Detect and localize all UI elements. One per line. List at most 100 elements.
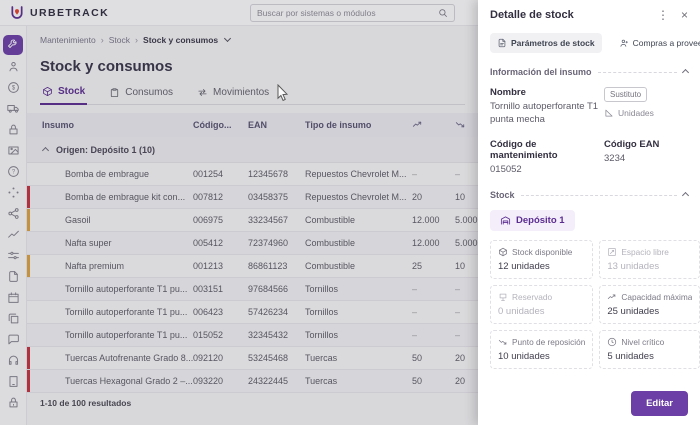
- card-value: 25 unidades: [607, 306, 660, 318]
- sidebar-item-documents[interactable]: [5, 271, 21, 286]
- breadcrumb-item-1[interactable]: Mantenimiento: [40, 35, 96, 45]
- table-row[interactable]: Tornillo autoperforante T1 pu... 015052 32…: [27, 324, 478, 347]
- deposito-label: Depósito 1: [516, 215, 565, 227]
- col-insumo[interactable]: Insumo: [27, 120, 193, 130]
- breadcrumb-caret-down-icon[interactable]: [224, 34, 232, 43]
- duplicates-icon: [7, 312, 20, 330]
- sustituto-badge: Sustituto: [604, 87, 648, 102]
- tab-movimientos[interactable]: Movimientos: [195, 86, 271, 104]
- col-codigo[interactable]: Código...: [193, 120, 248, 130]
- table-row[interactable]: Tornillo autoperforante T1 pu... 006423 57…: [27, 301, 478, 324]
- cell-punto-reposicion: –: [412, 307, 418, 317]
- col-ean[interactable]: EAN: [248, 120, 305, 130]
- sidebar-item-help[interactable]: ?: [5, 165, 21, 183]
- help-icon: ?: [7, 165, 20, 183]
- stock-card-critical[interactable]: Nivel crítico 5 unidades: [599, 330, 700, 370]
- page-title: Stock y consumos: [40, 58, 173, 75]
- stock-card-reserved[interactable]: Reservado 0 unidades: [490, 285, 594, 325]
- table-row[interactable]: Gasoil 006975 33234567 Combustible 12.000 5.0…: [27, 209, 478, 232]
- collapse-group-icon[interactable]: [41, 146, 50, 155]
- panel-tab-supplier[interactable]: Compras a proveedor: [612, 33, 700, 53]
- sidebar-item-access-control[interactable]: [5, 397, 21, 412]
- sidebar-item-fleet[interactable]: [5, 104, 21, 118]
- global-search[interactable]: [250, 4, 455, 22]
- panel-tab-document[interactable]: Parámetros de stock: [490, 33, 602, 53]
- stock-card-space[interactable]: Espacio libre 13 unidades: [599, 240, 700, 280]
- package-icon: [42, 86, 53, 97]
- collapse-section-icon[interactable]: [681, 191, 690, 199]
- sidebar-item-schedule[interactable]: [5, 292, 21, 307]
- reserved-icon: [498, 292, 508, 302]
- sidebar-item-duplicates[interactable]: [5, 312, 21, 330]
- trend-up-icon: [607, 292, 617, 302]
- section-info-label: Información del insumo: [490, 67, 592, 77]
- table-row[interactable]: Tuercas Autofrenante Grado 8... 092120 532…: [27, 347, 478, 370]
- sidebar-item-devices[interactable]: [5, 375, 21, 393]
- messages-icon: [7, 333, 20, 351]
- close-icon[interactable]: ×: [681, 9, 688, 21]
- table-row[interactable]: Nafta super 005412 72374960 Combustible 12.0…: [27, 232, 478, 255]
- transfer-icon: [197, 87, 208, 98]
- tab-consumos[interactable]: Consumos: [107, 86, 175, 104]
- breadcrumb-item-2[interactable]: Stock: [109, 35, 130, 45]
- sidebar-item-field-staff[interactable]: [5, 62, 21, 76]
- search-icon: [439, 9, 448, 18]
- table-row[interactable]: Tuercas Hexagonal Grado 2 –... 093220 2432…: [27, 370, 478, 393]
- stock-card-trend-down[interactable]: Punto de reposición 10 unidades: [490, 330, 594, 370]
- section-stock-header[interactable]: Stock: [490, 190, 690, 201]
- codigo-mant-value: 015052: [490, 163, 522, 175]
- sidebar-item-analytics[interactable]: [5, 230, 21, 244]
- search-input[interactable]: [257, 8, 438, 18]
- brand-logo[interactable]: URBETRACK: [0, 5, 109, 21]
- cell-nivel-critico: 5.000: [455, 238, 478, 248]
- breadcrumb-separator: ›: [100, 35, 104, 45]
- sidebar-item-messages[interactable]: [5, 333, 21, 351]
- edit-button[interactable]: Editar: [631, 391, 688, 416]
- table-row[interactable]: Tornillo autoperforante T1 pu... 003151 97…: [27, 278, 478, 301]
- table-row[interactable]: Bomba de embrague 001254 12345678 Repuestos…: [27, 163, 478, 186]
- sidebar-item-integrations[interactable]: [5, 208, 21, 223]
- card-label: Reservado: [512, 292, 553, 303]
- table-row[interactable]: Bomba de embrague kit con... 007812 034583…: [27, 186, 478, 209]
- sidebar-item-parameters[interactable]: [5, 251, 21, 265]
- cell-nivel-critico: –: [455, 284, 461, 294]
- section-info-header[interactable]: Información del insumo: [490, 67, 690, 77]
- status-bar-warning: [27, 209, 30, 231]
- stock-card-package[interactable]: Stock disponible 12 unidades: [490, 240, 594, 280]
- security-icon: [7, 123, 20, 141]
- group-row-deposito-1[interactable]: Origen: Depósito 1 (10): [27, 137, 478, 163]
- svg-text:?: ?: [11, 170, 15, 176]
- devices-icon: [7, 375, 20, 393]
- collapse-section-icon[interactable]: [681, 68, 690, 76]
- sidebar-item-media[interactable]: [5, 146, 21, 160]
- stock-card-trend-up[interactable]: Capacidad máxima 25 unidades: [599, 285, 700, 325]
- deposito-chip[interactable]: Depósito 1: [490, 210, 575, 232]
- fleet-icon: [6, 102, 20, 120]
- cell-tipo: Tornillos: [305, 330, 339, 340]
- col-trend-down-icon[interactable]: [455, 119, 478, 132]
- sidebar-item-maintenance-tools[interactable]: [3, 35, 23, 55]
- col-tipo[interactable]: Tipo de insumo: [305, 120, 412, 130]
- sidebar-item-support[interactable]: [5, 355, 21, 370]
- kebab-menu-icon[interactable]: ⋮: [657, 9, 669, 21]
- cell-ean: 57426234: [248, 307, 289, 317]
- sidebar-item-billing[interactable]: $: [5, 82, 21, 97]
- panel-body: Información del insumo Nombre Tornillo a…: [478, 53, 700, 381]
- nombre-value: Tornillo autoperforante T1 punta mecha: [490, 101, 599, 125]
- sidebar-item-status-loader[interactable]: [5, 187, 21, 202]
- group-label: Origen: Depósito 1 (10): [56, 144, 156, 155]
- status-bar-critical: [27, 347, 30, 369]
- table-row[interactable]: Nafta premium 001213 86861123 Combustible 25…: [27, 255, 478, 278]
- sidebar-item-security[interactable]: [5, 123, 21, 141]
- col-trend-up-icon[interactable]: [412, 119, 455, 132]
- tab-stock[interactable]: Stock: [40, 86, 88, 105]
- svg-text:$: $: [11, 86, 15, 92]
- urbetrack-logo-icon: [11, 5, 23, 19]
- section-stock-label: Stock: [490, 190, 515, 201]
- panel-tabs: Parámetros de stock Compras a proveedor: [478, 21, 700, 53]
- breadcrumb-item-3[interactable]: Stock y consumos: [143, 35, 218, 45]
- cell-punto-reposicion: 25: [412, 261, 423, 271]
- cell-ean: 53245468: [248, 353, 289, 363]
- stock-table: Insumo Código... EAN Tipo de insumo Orig…: [27, 113, 478, 393]
- panel-footer: Editar: [478, 381, 700, 425]
